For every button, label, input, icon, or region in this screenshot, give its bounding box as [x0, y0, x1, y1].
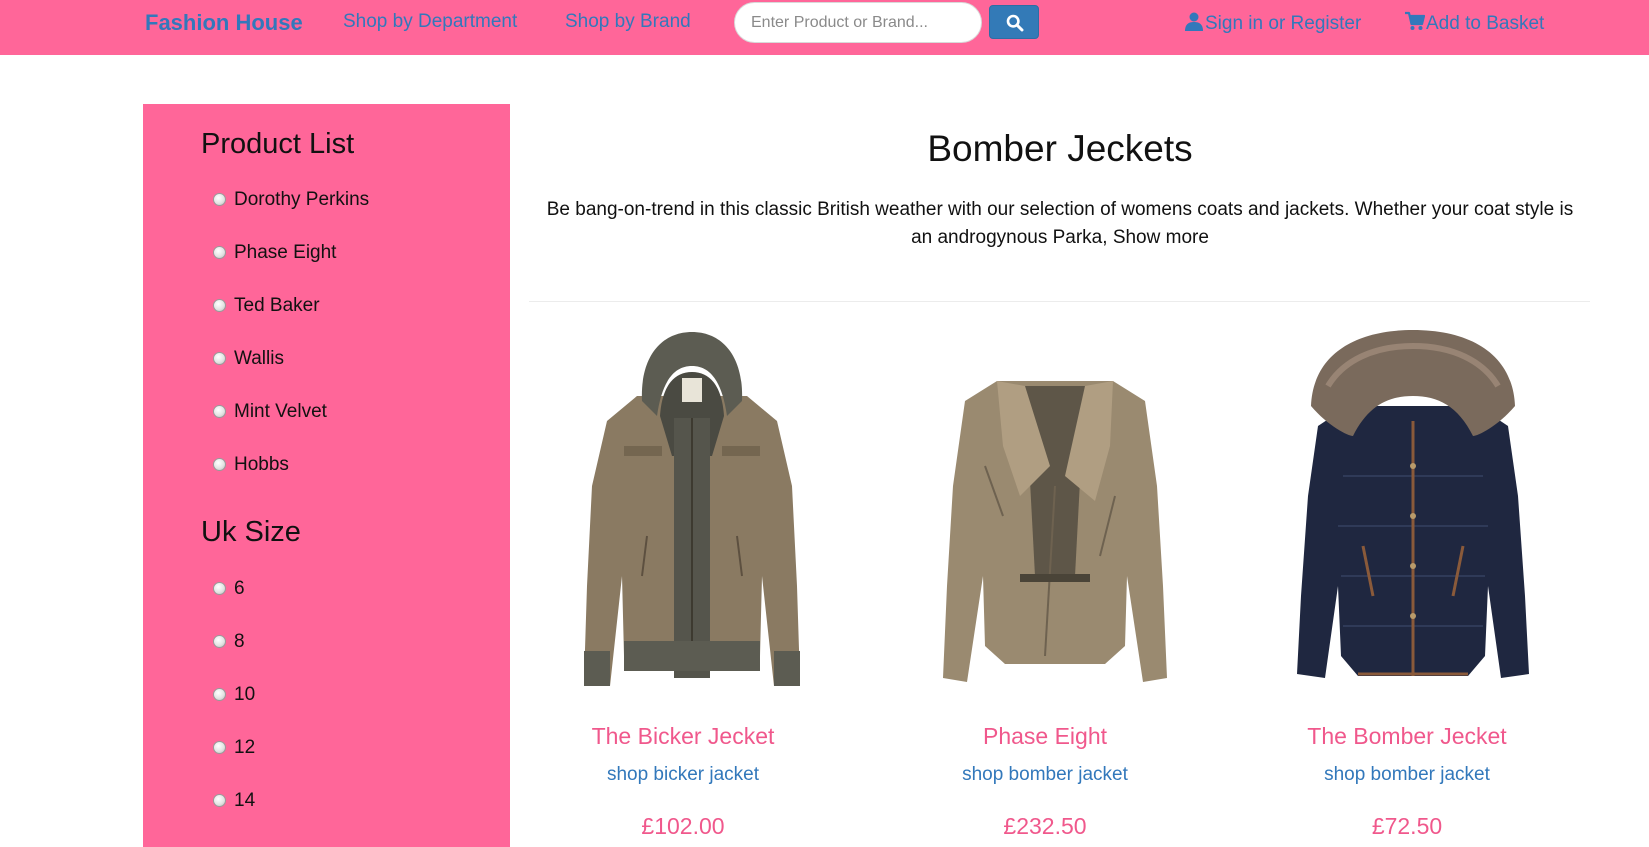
- sign-in-label: Sign in or Register: [1205, 13, 1362, 34]
- product-name-bomber-jacket[interactable]: The Bomber Jecket: [1247, 723, 1567, 750]
- product-filter-label: Phase Eight: [234, 242, 337, 263]
- product-filter-label: Wallis: [234, 348, 284, 369]
- search-button[interactable]: [989, 5, 1039, 39]
- product-price: £72.50: [1371, 813, 1443, 839]
- product-filter-label: Mint Velvet: [234, 401, 327, 422]
- filter-sidebar: Product List Dorothy Perkins Phase Eight…: [143, 104, 510, 847]
- brand-logo-link[interactable]: Fashion House: [145, 10, 303, 36]
- radio-button[interactable]: [213, 688, 226, 701]
- product-name-phase-eight[interactable]: Phase Eight: [885, 723, 1205, 750]
- product-image-bicker-jacket[interactable]: [562, 326, 822, 704]
- uk-size-heading: Uk Size: [201, 516, 301, 548]
- radio-button[interactable]: [213, 246, 226, 259]
- user-icon: [1185, 12, 1203, 31]
- product-list-heading: Product List: [201, 128, 355, 160]
- product-image-phase-eight-jacket[interactable]: [925, 326, 1185, 704]
- product-name-bicker-jacket[interactable]: The Bicker Jecket: [523, 723, 843, 750]
- add-to-basket-link[interactable]: Add to Basket: [1405, 11, 1544, 35]
- page-title: Bomber Jeckets: [927, 128, 1193, 169]
- size-filter-label: 6: [234, 578, 245, 599]
- radio-button[interactable]: [213, 582, 226, 595]
- size-filter-label: 8: [234, 631, 245, 652]
- radio-button[interactable]: [213, 405, 226, 418]
- nav-shop-by-brand[interactable]: Shop by Brand: [565, 11, 691, 33]
- basket-label: Add to Basket: [1426, 13, 1545, 34]
- shop-bicker-jacket-link[interactable]: shop bicker jacket: [523, 764, 843, 786]
- description-text: Be bang-on-trend in this classic British…: [546, 199, 1574, 248]
- sign-in-register-link[interactable]: Sign in or Register: [1184, 11, 1361, 35]
- size-filter-label: 12: [234, 737, 256, 758]
- nav-shop-by-department[interactable]: Shop by Department: [343, 11, 517, 33]
- product-image-bomber-jacket[interactable]: [1283, 326, 1543, 704]
- product-price: £102.00: [641, 813, 725, 839]
- product-price: £232.50: [1003, 813, 1087, 839]
- shopping-cart-icon: [1405, 11, 1426, 30]
- radio-button[interactable]: [213, 635, 226, 648]
- shop-phase-eight-link[interactable]: shop bomber jacket: [885, 764, 1205, 786]
- shop-bomber-jacket-link[interactable]: shop bomber jacket: [1247, 764, 1567, 786]
- product-filter-label: Dorothy Perkins: [234, 189, 370, 210]
- size-filter-label: 14: [234, 790, 256, 811]
- radio-button[interactable]: [213, 458, 226, 471]
- show-more-link[interactable]: Show more: [1113, 227, 1209, 248]
- search-icon: [1006, 14, 1024, 32]
- radio-button[interactable]: [213, 193, 226, 206]
- radio-button[interactable]: [213, 299, 226, 312]
- category-description: Be bang-on-trend in this classic British…: [540, 196, 1580, 252]
- radio-button[interactable]: [213, 352, 226, 365]
- search-input[interactable]: [734, 2, 982, 43]
- section-divider: [529, 301, 1590, 302]
- product-filter-label: Hobbs: [234, 454, 289, 475]
- size-filter-label: 10: [234, 684, 256, 705]
- top-navbar: Fashion House Shop by Department Shop by…: [0, 0, 1649, 55]
- product-filter-label: Ted Baker: [234, 295, 320, 316]
- radio-button[interactable]: [213, 794, 226, 807]
- radio-button[interactable]: [213, 741, 226, 754]
